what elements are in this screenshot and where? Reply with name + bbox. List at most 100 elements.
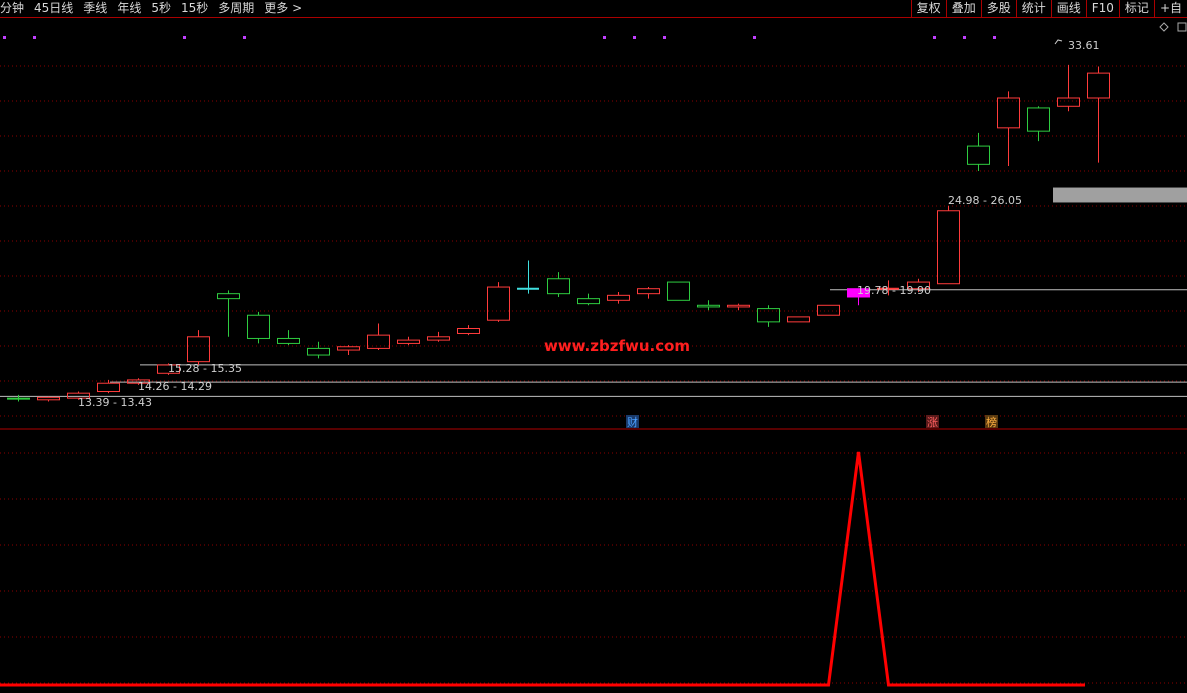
candle-body	[817, 304, 840, 316]
candle-body	[1087, 72, 1110, 99]
period-toolbar: 分钟 45日线 季线 年线 5秒 15秒 多周期 更多 > 复权 叠加 多股 统计 画线 F1…	[0, 0, 1187, 17]
tool-buttons: 复权 叠加 多股 统计 画线 F10 标记 +自	[910, 0, 1187, 17]
tab-5sec[interactable]: 5秒	[151, 0, 171, 17]
restore-rights-button[interactable]: 复权	[910, 0, 946, 17]
mark-button[interactable]: 标记	[1118, 0, 1154, 17]
candle-body	[787, 316, 810, 323]
tab-more[interactable]: 更多 >	[264, 0, 302, 17]
tab-minute[interactable]: 分钟	[0, 0, 24, 17]
signal-dot	[993, 36, 996, 39]
tab-45day[interactable]: 45日线	[34, 0, 73, 17]
candle-body	[337, 346, 360, 351]
square-icon[interactable]	[1177, 22, 1187, 32]
signal-dot	[3, 36, 6, 39]
gap-label: 15.28 - 15.35	[168, 362, 242, 375]
tab-year[interactable]: 年线	[117, 0, 141, 17]
signal-dot	[963, 36, 966, 39]
candle	[1027, 106, 1050, 142]
peak-label: 33.61	[1068, 39, 1100, 52]
overlay-button[interactable]: 叠加	[945, 0, 981, 17]
candle-body	[97, 382, 120, 393]
signal-dot	[933, 36, 936, 39]
candle	[307, 341, 330, 359]
candle	[937, 205, 960, 285]
candle	[607, 292, 630, 304]
signal-dots	[3, 36, 996, 39]
candle	[757, 305, 780, 327]
candle-body	[487, 286, 510, 321]
indicator-line	[0, 451, 1085, 687]
candle	[37, 396, 60, 402]
period-tabs: 分钟 45日线 季线 年线 5秒 15秒 多周期 更多 >	[0, 0, 312, 17]
gap-zones	[1053, 187, 1187, 203]
signal-dot	[633, 36, 636, 39]
event-marker[interactable]: 涨	[927, 416, 938, 429]
signal-dot	[33, 36, 36, 39]
candle	[997, 91, 1020, 166]
candlestick-chart[interactable]: 13.39 - 13.43 14.26 - 14.29 15.28 - 15.35 1…	[0, 18, 1187, 693]
candle	[217, 290, 240, 337]
gap-label: 24.98 - 26.05	[948, 194, 1022, 207]
candle-body	[7, 397, 30, 400]
candle-body	[607, 294, 630, 301]
watermark-text: www.zbzfwu.com	[544, 337, 690, 355]
gap-band	[1053, 187, 1187, 203]
signal-dot	[753, 36, 756, 39]
candle	[667, 281, 690, 301]
candle-body	[37, 396, 60, 401]
candle	[1057, 64, 1080, 112]
candle-body	[1057, 97, 1080, 107]
candle-body	[997, 97, 1020, 129]
candle-body	[457, 328, 480, 334]
tab-quarter[interactable]: 季线	[83, 0, 107, 17]
diamond-icon[interactable]	[1159, 22, 1169, 32]
candle	[697, 300, 720, 311]
candle-body	[577, 298, 600, 305]
candle-body	[727, 304, 750, 308]
signal-dot	[603, 36, 606, 39]
gap-label: 13.39 - 13.43	[78, 396, 152, 409]
candle	[277, 330, 300, 346]
candle-body	[217, 293, 240, 300]
draw-line-button[interactable]: 画线	[1050, 0, 1086, 17]
candle	[547, 272, 570, 297]
candle-body	[277, 337, 300, 344]
candle-body	[667, 281, 690, 301]
candle-body	[427, 336, 450, 341]
statistics-button[interactable]: 统计	[1015, 0, 1051, 17]
candle-body	[697, 304, 720, 308]
candle	[337, 345, 360, 356]
candle	[817, 304, 840, 316]
gap-label: 19.78 - 19.90	[857, 284, 931, 297]
indicator-panel	[0, 451, 1085, 687]
peak-arrow-icon	[1054, 39, 1063, 45]
tab-multi-period[interactable]: 多周期	[218, 0, 254, 17]
candle-body	[1027, 107, 1050, 132]
candle-body	[397, 339, 420, 344]
event-marker[interactable]: 财	[627, 415, 638, 429]
candle	[487, 282, 510, 322]
multi-stock-button[interactable]: 多股	[980, 0, 1016, 17]
candle	[367, 323, 390, 351]
candle	[727, 303, 750, 311]
event-markers: 财涨榜	[626, 415, 998, 429]
gap-label: 14.26 - 14.29	[138, 380, 212, 393]
candle	[187, 330, 210, 365]
candle	[517, 260, 539, 294]
candle	[457, 325, 480, 336]
add-custom-button[interactable]: +自	[1153, 0, 1187, 17]
candle-body	[247, 314, 270, 339]
candle-body	[367, 334, 390, 349]
event-marker[interactable]: 榜	[986, 415, 997, 429]
tab-15sec[interactable]: 15秒	[181, 0, 208, 17]
candle	[1087, 66, 1110, 163]
candle	[427, 331, 450, 342]
candle-body	[937, 210, 960, 285]
signal-dot	[243, 36, 246, 39]
f10-button[interactable]: F10	[1085, 0, 1119, 17]
candle	[637, 287, 660, 299]
candle	[577, 293, 600, 306]
candle-body	[187, 336, 210, 363]
candle-body	[967, 145, 990, 165]
signal-dot	[183, 36, 186, 39]
